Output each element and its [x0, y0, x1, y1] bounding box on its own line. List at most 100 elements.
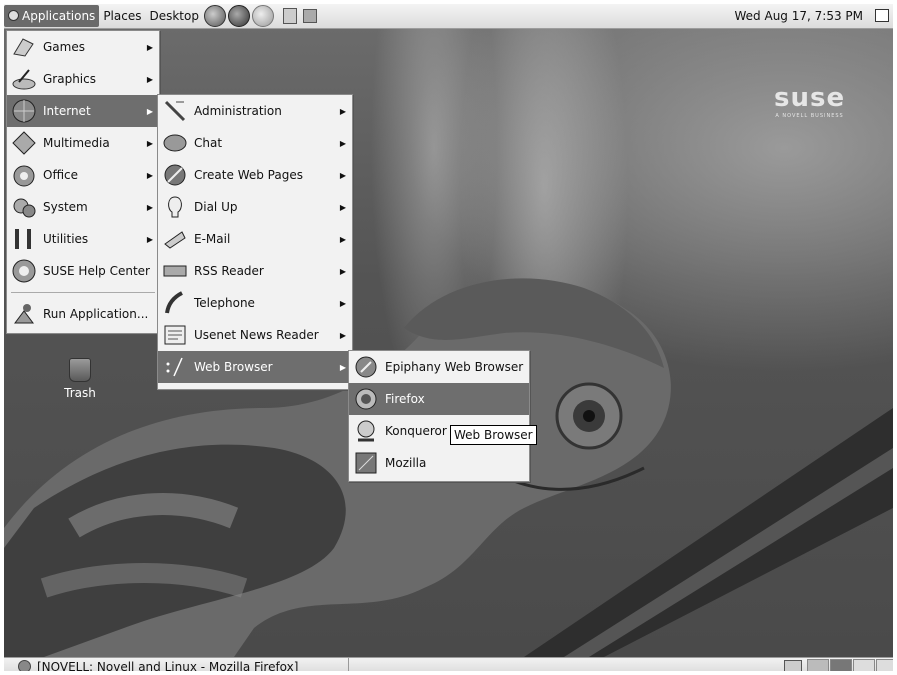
workspace-1[interactable]	[807, 659, 829, 671]
menu-item-internet[interactable]: Internet ▶	[7, 95, 159, 127]
menu-item-label: Utilities	[43, 232, 89, 246]
menu-item-label: Office	[43, 168, 79, 182]
menu-item-label: Create Web Pages	[194, 168, 303, 182]
workspace-switcher	[807, 659, 893, 671]
menu-item-label: Multimedia	[43, 136, 110, 150]
menu-item-label: Usenet News Reader	[194, 328, 319, 342]
applications-menu-button[interactable]: Applications	[4, 5, 100, 27]
menu-item-web-browser[interactable]: Web Browser ▶	[158, 351, 352, 383]
office-icon	[11, 162, 37, 188]
submenu-arrow-icon: ▶	[146, 42, 153, 52]
terminal-launcher-icon[interactable]	[302, 9, 317, 23]
submenu-arrow-icon: ▶	[339, 362, 346, 372]
bottom-panel: [NOVELL: Novell and Linux - Mozilla Fire…	[4, 657, 893, 671]
menu-item-label: Telephone	[194, 296, 255, 310]
email-launcher-icon[interactable]	[251, 5, 274, 27]
submenu-arrow-icon: ▶	[339, 170, 346, 180]
menu-item-dial-up[interactable]: Dial Up ▶	[158, 191, 352, 223]
menu-item-telephone[interactable]: Telephone ▶	[158, 287, 352, 319]
firefox-icon	[18, 660, 31, 671]
suse-logo: suse A NOVELL BUSINESS	[774, 83, 845, 119]
menu-item-label: Internet	[43, 104, 91, 118]
submenu-arrow-icon: ▶	[146, 202, 153, 212]
menu-item-administration[interactable]: Administration ▶	[158, 95, 352, 127]
trash-label: Trash	[64, 386, 96, 400]
internet-submenu: Administration ▶ Chat ▶ Create Web Pages…	[157, 94, 353, 390]
menu-item-system[interactable]: System ▶	[7, 191, 159, 223]
mozilla-icon	[353, 450, 379, 476]
internet-icon	[11, 98, 37, 124]
submenu-arrow-icon: ▶	[339, 234, 346, 244]
menu-item-label: Run Application...	[43, 307, 149, 321]
menu-item-label: Administration	[194, 104, 282, 118]
applications-label: Applications	[22, 9, 96, 23]
submenu-arrow-icon: ▶	[339, 138, 346, 148]
taskbar-window-button[interactable]: [NOVELL: Novell and Linux - Mozilla Fire…	[14, 658, 349, 671]
firefox-launcher-icon[interactable]	[227, 5, 250, 27]
submenu-arrow-icon: ▶	[146, 138, 153, 148]
menu-item-run-application[interactable]: Run Application...	[7, 298, 159, 330]
menu-item-label: Chat	[194, 136, 223, 150]
system-icon	[11, 194, 37, 220]
places-menu-button[interactable]: Places	[99, 5, 145, 27]
multimedia-icon	[11, 130, 37, 156]
help-launcher-icon[interactable]	[282, 8, 297, 24]
submenu-arrow-icon: ▶	[146, 170, 153, 180]
menu-item-label: Graphics	[43, 72, 96, 86]
menu-item-utilities[interactable]: Utilities ▶	[7, 223, 159, 255]
menu-item-usenet-news-reader[interactable]: Usenet News Reader ▶	[158, 319, 352, 351]
menu-item-graphics[interactable]: Graphics ▶	[7, 63, 159, 95]
menu-separator	[11, 292, 155, 293]
web-browser-submenu: Epiphany Web Browser Firefox Konqueror M…	[348, 350, 530, 482]
menu-item-office[interactable]: Office ▶	[7, 159, 159, 191]
menu-item-suse-help-center[interactable]: SUSE Help Center	[7, 255, 159, 287]
submenu-arrow-icon: ▶	[339, 106, 346, 116]
desktop-menu-button[interactable]: Desktop	[145, 5, 203, 27]
browser-launcher-icon[interactable]	[203, 5, 226, 27]
epiphany-icon	[353, 354, 379, 380]
screen: suse A NOVELL BUSINESS Trash Application…	[4, 4, 893, 671]
menu-item-label: Mozilla	[385, 456, 427, 470]
menu-item-chat[interactable]: Chat ▶	[158, 127, 352, 159]
menu-item-create-web-pages[interactable]: Create Web Pages ▶	[158, 159, 352, 191]
trash-desktop-icon[interactable]: Trash	[60, 358, 100, 400]
trash-icon	[69, 358, 91, 382]
menu-item-email[interactable]: E-Mail ▶	[158, 223, 352, 255]
email-icon	[162, 226, 188, 252]
menu-item-firefox[interactable]: Firefox	[349, 383, 529, 415]
menu-item-label: Epiphany Web Browser	[385, 360, 524, 374]
applications-menu: Games ▶ Graphics ▶ Internet ▶ Multimedia…	[6, 30, 160, 334]
submenu-arrow-icon: ▶	[339, 298, 346, 308]
taskbar-window-title: [NOVELL: Novell and Linux - Mozilla Fire…	[37, 659, 299, 672]
workspace-2[interactable]	[830, 659, 852, 671]
menu-item-games[interactable]: Games ▶	[7, 31, 159, 63]
administration-icon	[162, 98, 188, 124]
menu-item-multimedia[interactable]: Multimedia ▶	[7, 127, 159, 159]
submenu-arrow-icon: ▶	[339, 266, 346, 276]
menu-item-label: SUSE Help Center	[43, 264, 150, 278]
menu-item-rss-reader[interactable]: RSS Reader ▶	[158, 255, 352, 287]
show-desktop-icon[interactable]	[784, 660, 802, 671]
workspace-3[interactable]	[853, 659, 875, 671]
workspace-4[interactable]	[876, 659, 893, 671]
menu-item-label: Konqueror	[385, 424, 447, 438]
menu-item-mozilla[interactable]: Mozilla	[349, 447, 529, 479]
chat-icon	[162, 130, 188, 156]
firefox-icon	[353, 386, 379, 412]
menu-item-label: System	[43, 200, 88, 214]
submenu-arrow-icon: ▶	[339, 330, 346, 340]
panel-clock[interactable]: Wed Aug 17, 7:53 PM	[735, 4, 863, 28]
menu-item-label: Games	[43, 40, 85, 54]
submenu-arrow-icon: ▶	[146, 74, 153, 84]
top-panel: Applications Places Desktop Wed Aug 17, …	[4, 4, 893, 29]
menu-item-label: Dial Up	[194, 200, 238, 214]
submenu-arrow-icon: ▶	[146, 106, 153, 116]
web-browser-icon	[162, 354, 188, 380]
foot-icon	[8, 10, 19, 21]
submenu-arrow-icon: ▶	[146, 234, 153, 244]
dial-up-icon	[162, 194, 188, 220]
usenet-icon	[162, 322, 188, 348]
menu-item-epiphany[interactable]: Epiphany Web Browser	[349, 351, 529, 383]
telephone-icon	[162, 290, 188, 316]
show-desktop-button[interactable]	[875, 9, 889, 22]
